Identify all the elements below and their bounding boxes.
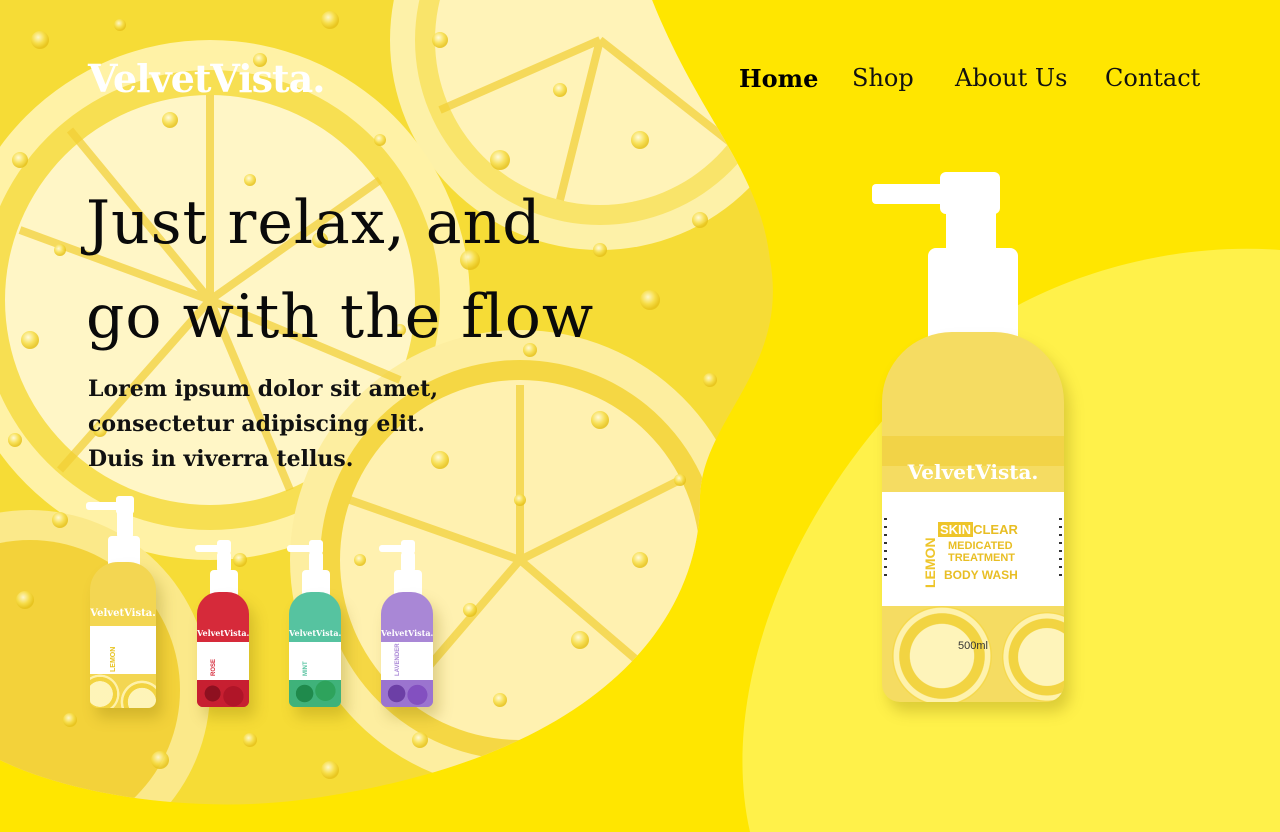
featured-clear: CLEAR: [973, 522, 1018, 537]
featured-volume: 500ml: [958, 640, 988, 652]
variant-name: MINT: [303, 661, 309, 676]
variant-brand: VelvetVista.: [381, 628, 433, 638]
variant-brand: VelvetVista.: [197, 628, 249, 638]
nav-shop[interactable]: Shop: [852, 64, 914, 92]
variant-brand: VelvetVista.: [289, 628, 341, 638]
hero-headline-line-2: go with the flow: [86, 282, 595, 352]
featured-line-treatment: TREATMENT: [948, 552, 1016, 564]
featured-line-medicated: MEDICATED: [948, 540, 1013, 552]
hero-description: Lorem ipsum dolor sit amet, consectetur …: [88, 376, 438, 472]
hero-headline: Just relax, and go with the flow: [86, 176, 594, 364]
featured-line-body-wash: BODY WASH: [944, 568, 1018, 582]
variant-name: LAVENDER: [395, 643, 401, 676]
product-variant-lavender[interactable]: VelvetVista. LAVENDER: [377, 540, 437, 710]
hero-headline-line-1: Just relax, and: [86, 188, 542, 258]
featured-brand: VelvetVista.: [907, 460, 1039, 484]
nav-about-us[interactable]: About Us: [955, 64, 1067, 92]
variant-name: ROSE: [211, 658, 217, 676]
product-variant-lemon[interactable]: VelvetVista. LEMON: [86, 496, 160, 711]
featured-variant: LEMON: [922, 537, 938, 588]
featured-product-bottle[interactable]: VelvetVista. LEMON SKIN CLEAR MEDICATED T…: [860, 172, 1080, 707]
product-variant-rose[interactable]: VelvetVista. ROSE: [193, 540, 253, 710]
featured-skin: SKIN: [938, 522, 974, 537]
featured-product-lines: SKIN CLEAR MEDICATED TREATMENT BODY WASH: [938, 522, 1018, 582]
variant-brand: VelvetVista.: [90, 608, 156, 619]
variant-name: LEMON: [110, 646, 117, 672]
main-nav: Home Shop About Us Contact: [0, 64, 1280, 96]
nav-contact[interactable]: Contact: [1105, 64, 1200, 92]
nav-home[interactable]: Home: [739, 64, 818, 93]
product-variant-mint[interactable]: VelvetVista. MINT: [285, 540, 345, 710]
